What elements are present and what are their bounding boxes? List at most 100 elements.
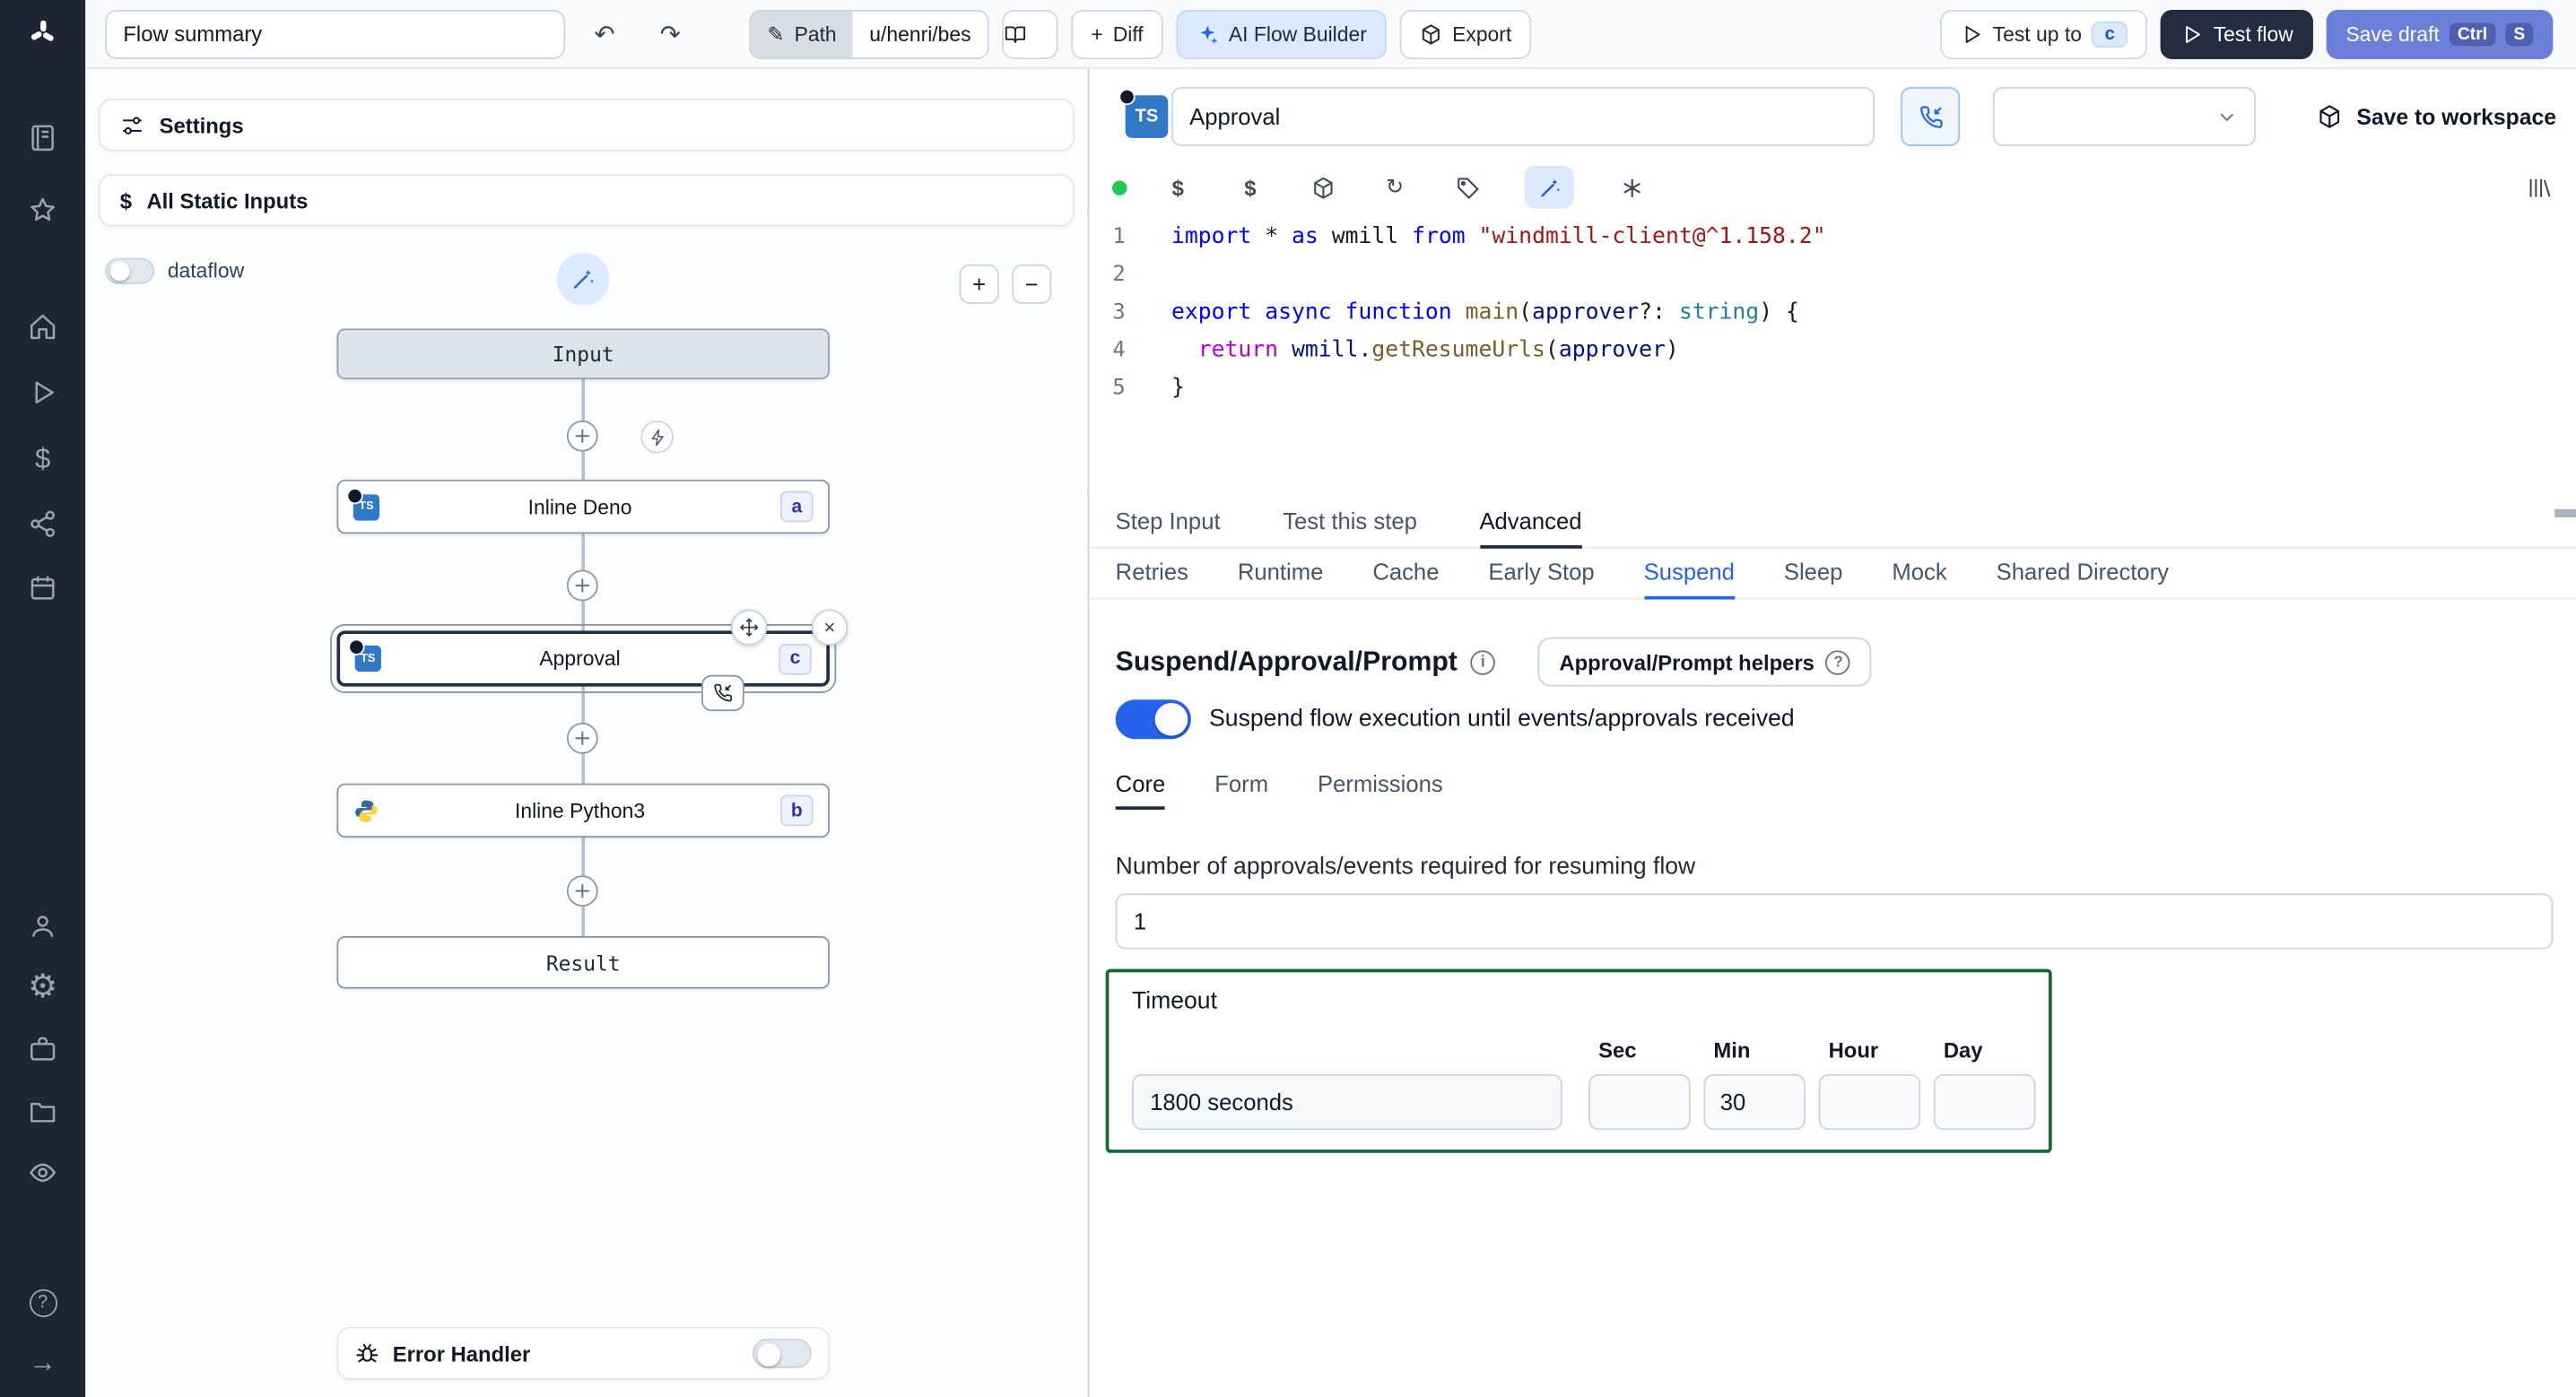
- all-static-inputs-button[interactable]: $ All Static Inputs: [98, 174, 1075, 227]
- tab-test-this-step[interactable]: Test this step: [1283, 496, 1417, 549]
- step-id-badge: a: [780, 490, 814, 523]
- tab-step-input[interactable]: Step Input: [1116, 496, 1221, 549]
- audit-eye-icon[interactable]: [0, 1143, 85, 1202]
- tab-suspend[interactable]: Suspend: [1643, 547, 1735, 600]
- sec-input[interactable]: [1588, 1073, 1691, 1131]
- timeout-total-input[interactable]: [1131, 1073, 1562, 1131]
- tab-cache[interactable]: Cache: [1372, 547, 1439, 600]
- star-icon[interactable]: [0, 180, 85, 239]
- move-step-button[interactable]: [731, 609, 768, 646]
- suspend-phone-button[interactable]: [1901, 87, 1961, 147]
- approvals-count-label: Number of approvals/events required for …: [1115, 854, 1696, 881]
- package-icon[interactable]: [1308, 172, 1337, 202]
- tab-advanced[interactable]: Advanced: [1479, 496, 1582, 549]
- approvals-count-input[interactable]: [1115, 893, 2554, 950]
- tab-form[interactable]: Form: [1214, 759, 1268, 810]
- path-button[interactable]: ✎ Path u/henri/bes: [749, 9, 989, 59]
- box-icon: [1422, 23, 1440, 44]
- users-icon[interactable]: [0, 897, 85, 956]
- export-button[interactable]: Export: [1399, 9, 1532, 59]
- error-handler-toggle[interactable]: [752, 1338, 812, 1368]
- ai-assistant-button[interactable]: [1524, 165, 1574, 209]
- schedules-icon[interactable]: [0, 559, 85, 618]
- windmill-logo-icon[interactable]: [0, 4, 85, 63]
- insert-step-button[interactable]: [566, 420, 598, 452]
- ai-wand-button[interactable]: [556, 253, 610, 306]
- error-handler-button[interactable]: Error Handler: [336, 1326, 830, 1380]
- tab-retries[interactable]: Retries: [1116, 547, 1188, 600]
- library-icon[interactable]: [2523, 172, 2553, 202]
- tab-sleep[interactable]: Sleep: [1784, 547, 1843, 600]
- insert-step-button[interactable]: [566, 569, 598, 602]
- flow-summary-input[interactable]: [105, 9, 566, 59]
- day-input[interactable]: [1933, 1073, 2036, 1131]
- suspend-toggle-label: Suspend flow execution until events/appr…: [1209, 706, 1795, 733]
- step-tabs: Step Input Test this step Advanced: [1089, 496, 2576, 549]
- test-flow-button[interactable]: Test flow: [2161, 9, 2313, 59]
- reset-icon[interactable]: ↻: [1380, 172, 1410, 202]
- insert-step-button[interactable]: [566, 875, 598, 907]
- variables-icon[interactable]: $: [0, 429, 85, 488]
- info-icon[interactable]: i: [1470, 649, 1495, 674]
- home-icon[interactable]: [0, 298, 85, 357]
- approval-prompt-helpers-button[interactable]: Approval/Prompt helpers ?: [1537, 637, 1872, 687]
- suspend-phone-badge[interactable]: [701, 674, 744, 712]
- flow-node-inline-deno[interactable]: TS Inline Deno a: [336, 479, 830, 534]
- tab-core[interactable]: Core: [1115, 759, 1166, 810]
- move-icon: [740, 618, 759, 637]
- save-to-workspace-button[interactable]: Save to workspace: [2317, 87, 2556, 146]
- tab-runtime[interactable]: Runtime: [1238, 547, 1324, 600]
- insert-step-button[interactable]: [566, 722, 598, 754]
- zoom-in-button[interactable]: +: [959, 264, 999, 304]
- tab-shared-directory[interactable]: Shared Directory: [1997, 547, 2169, 600]
- hour-input[interactable]: [1818, 1073, 1921, 1131]
- folders-icon[interactable]: [0, 1082, 85, 1141]
- journal-icon[interactable]: [0, 108, 85, 168]
- line-numbers: 12345: [1112, 224, 1126, 401]
- settings-gear-icon[interactable]: ⚙: [0, 958, 85, 1017]
- step-name-input[interactable]: [1171, 87, 1875, 147]
- flow-canvas-panel: Settings $ All Static Inputs dataflow + …: [85, 68, 1088, 1397]
- suspend-toggle[interactable]: [1115, 699, 1191, 740]
- resources-icon[interactable]: $: [1235, 172, 1265, 202]
- flow-node-result[interactable]: Result: [336, 936, 830, 989]
- template-select[interactable]: [1992, 87, 2256, 147]
- flow-node-input[interactable]: Input: [336, 328, 830, 380]
- expand-sidebar-icon[interactable]: →: [0, 1332, 85, 1391]
- save-draft-button[interactable]: Save draft Ctrl S: [2326, 9, 2554, 59]
- play-icon: [2186, 25, 2201, 43]
- suspend-badge-icon: [348, 638, 365, 655]
- variables-icon[interactable]: $: [1163, 172, 1193, 202]
- redo-button[interactable]: ↷: [644, 11, 697, 56]
- code-editor[interactable]: 12345 import * as wmill from "windmill-c…: [1089, 213, 2576, 517]
- test-up-to-button[interactable]: Test up to c: [1940, 9, 2148, 59]
- tab-permissions[interactable]: Permissions: [1318, 759, 1443, 810]
- code-lines[interactable]: import * as wmill from "windmill-client@…: [1171, 219, 2543, 408]
- delete-step-button[interactable]: ×: [811, 609, 849, 646]
- step-id-badge: c: [779, 643, 812, 674]
- plus-icon: +: [1091, 22, 1103, 46]
- workers-icon[interactable]: [0, 1020, 85, 1079]
- runs-icon[interactable]: [0, 363, 85, 422]
- undo-button[interactable]: ↶: [579, 11, 631, 56]
- tag-icon[interactable]: [1452, 172, 1482, 202]
- plus-icon: [575, 883, 590, 898]
- zoom-out-button[interactable]: −: [1012, 264, 1052, 304]
- flow-settings-button[interactable]: Settings: [98, 98, 1075, 152]
- dataflow-toggle[interactable]: [105, 257, 155, 284]
- trigger-button[interactable]: [640, 420, 674, 454]
- step-id-badge: b: [780, 794, 814, 827]
- help-icon[interactable]: ?: [0, 1273, 85, 1332]
- step-detail-panel: TS Save to workspace $ $ ↻: [1087, 68, 2576, 1397]
- tab-mock[interactable]: Mock: [1892, 547, 1946, 600]
- ai-flow-builder-button[interactable]: AI Flow Builder: [1176, 9, 1387, 59]
- flows-icon[interactable]: [0, 494, 85, 553]
- flow-node-inline-python[interactable]: Inline Python3 b: [336, 783, 830, 838]
- docs-button[interactable]: [1002, 9, 1058, 59]
- diff-button[interactable]: + Diff: [1071, 9, 1163, 59]
- format-icon[interactable]: [1616, 172, 1646, 202]
- dataflow-toggle-row: dataflow: [105, 257, 244, 284]
- phone-incoming-icon: [1919, 105, 1942, 128]
- min-input[interactable]: [1703, 1073, 1806, 1131]
- tab-early-stop[interactable]: Early Stop: [1488, 547, 1594, 600]
